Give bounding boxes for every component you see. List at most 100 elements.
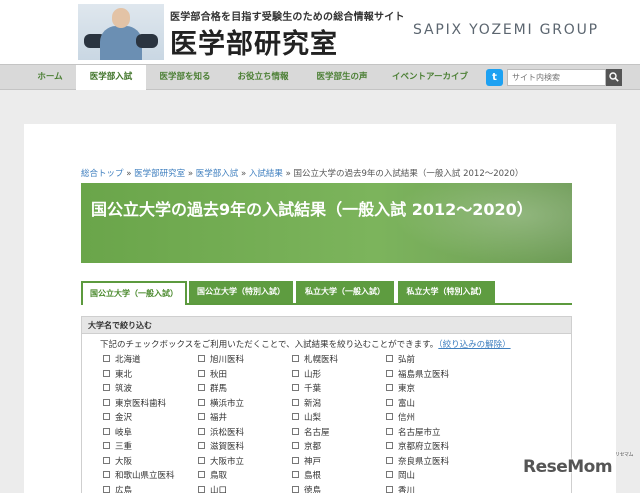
university-checkbox[interactable]: 山形 [292, 369, 321, 382]
checkbox[interactable] [198, 442, 205, 449]
university-checkbox[interactable]: 秋田 [198, 369, 227, 382]
twitter-icon[interactable]: t [486, 69, 503, 86]
checkbox[interactable] [103, 442, 110, 449]
checkbox[interactable] [386, 413, 393, 420]
checkbox[interactable] [386, 384, 393, 391]
checkbox[interactable] [103, 456, 110, 464]
checkbox[interactable] [103, 427, 110, 435]
checkbox[interactable] [386, 442, 393, 449]
university-checkbox[interactable]: 島根 [292, 470, 321, 483]
checkbox[interactable] [386, 427, 393, 435]
group-logo[interactable]: SAPIX YOZEMI GROUP [413, 22, 599, 38]
university-checkbox[interactable]: 奈良県立医科 [386, 456, 449, 469]
doctor-photo[interactable] [78, 4, 164, 60]
checkbox[interactable] [292, 471, 299, 478]
university-checkbox[interactable]: 新潟 [292, 398, 321, 411]
checkbox[interactable] [292, 485, 299, 493]
university-checkbox[interactable]: 旭川医科 [198, 354, 244, 367]
university-checkbox[interactable]: 山梨 [292, 412, 321, 425]
university-checkbox[interactable]: 名古屋市立 [386, 427, 441, 440]
site-logo-title[interactable]: 医学部研究室 [170, 22, 338, 61]
university-checkbox[interactable]: 浜松医科 [198, 427, 244, 440]
search-button[interactable] [606, 69, 622, 86]
tab-national-special[interactable]: 国公立大学（特別入試） [189, 281, 293, 303]
breadcrumb-link-top[interactable]: 総合トップ [81, 169, 124, 179]
university-checkbox[interactable]: 滋賀医科 [198, 441, 244, 454]
checkbox[interactable] [386, 471, 393, 478]
filter-reset-link[interactable]: （絞り込みの解除） [438, 340, 510, 350]
checkbox[interactable] [198, 398, 205, 406]
university-checkbox[interactable]: 徳島 [292, 485, 321, 493]
university-checkbox[interactable]: 群馬 [198, 383, 227, 396]
university-checkbox[interactable]: 東北 [103, 369, 132, 382]
university-checkbox[interactable]: 筑波 [103, 383, 132, 396]
university-checkbox[interactable]: 札幌医科 [292, 354, 338, 367]
university-checkbox[interactable]: 広島 [103, 485, 132, 493]
checkbox[interactable] [292, 398, 299, 406]
university-checkbox[interactable]: 神戸 [292, 456, 321, 469]
tab-national-general[interactable]: 国公立大学（一般入試） [81, 281, 187, 305]
checkbox[interactable] [103, 398, 110, 406]
university-checkbox[interactable]: 福井 [198, 412, 227, 425]
checkbox[interactable] [386, 456, 393, 464]
checkbox[interactable] [198, 456, 205, 464]
checkbox[interactable] [292, 355, 299, 362]
checkbox[interactable] [198, 355, 205, 362]
breadcrumb-link-lab[interactable]: 医学部研究室 [134, 169, 185, 179]
checkbox[interactable] [198, 384, 205, 391]
university-checkbox[interactable]: 横浜市立 [198, 398, 244, 411]
checkbox[interactable] [103, 384, 110, 391]
checkbox[interactable] [103, 413, 110, 420]
checkbox[interactable] [292, 427, 299, 435]
university-checkbox[interactable]: 大阪 [103, 456, 132, 469]
breadcrumb-link-admission[interactable]: 医学部入試 [196, 169, 239, 179]
nav-item-about[interactable]: 医学部を知る [146, 65, 224, 89]
checkbox[interactable] [103, 369, 110, 377]
university-checkbox[interactable]: 鳥取 [198, 470, 227, 483]
university-checkbox[interactable]: 香川 [386, 485, 415, 493]
checkbox[interactable] [292, 369, 299, 377]
university-checkbox[interactable]: 千葉 [292, 383, 321, 396]
checkbox[interactable] [292, 413, 299, 420]
university-checkbox[interactable]: 東京 [386, 383, 415, 396]
checkbox[interactable] [292, 442, 299, 449]
nav-item-student-voices[interactable]: 医学部生の声 [302, 65, 382, 89]
search-input[interactable] [507, 69, 606, 86]
university-checkbox[interactable]: 山口 [198, 485, 227, 493]
university-checkbox[interactable]: 和歌山県立医科 [103, 470, 175, 483]
university-checkbox[interactable]: 信州 [386, 412, 415, 425]
checkbox[interactable] [198, 471, 205, 478]
tab-private-special[interactable]: 私立大学（特別入試） [398, 281, 495, 303]
university-checkbox[interactable]: 大阪市立 [198, 456, 244, 469]
university-checkbox[interactable]: 京都府立医科 [386, 441, 449, 454]
checkbox[interactable] [292, 384, 299, 391]
university-checkbox[interactable]: 岐阜 [103, 427, 132, 440]
checkbox[interactable] [386, 485, 393, 493]
university-checkbox[interactable]: 京都 [292, 441, 321, 454]
checkbox[interactable] [103, 471, 110, 478]
university-checkbox[interactable]: 岡山 [386, 470, 415, 483]
checkbox[interactable] [198, 369, 205, 377]
university-checkbox[interactable]: 金沢 [103, 412, 132, 425]
tab-private-general[interactable]: 私立大学（一般入試） [296, 281, 394, 303]
checkbox[interactable] [198, 485, 205, 493]
university-checkbox[interactable]: 三重 [103, 441, 132, 454]
nav-item-useful-info[interactable]: お役立ち情報 [224, 65, 302, 89]
university-checkbox[interactable]: 福島県立医科 [386, 369, 449, 382]
university-checkbox[interactable]: 名古屋 [292, 427, 330, 440]
nav-item-admission[interactable]: 医学部入試 [76, 65, 146, 90]
university-checkbox[interactable]: 富山 [386, 398, 415, 411]
university-checkbox[interactable]: 弘前 [386, 354, 415, 367]
checkbox[interactable] [103, 355, 110, 362]
checkbox[interactable] [386, 369, 393, 377]
checkbox[interactable] [292, 456, 299, 464]
breadcrumb-link-results[interactable]: 入試結果 [249, 169, 283, 179]
nav-item-home[interactable]: ホーム [24, 65, 76, 89]
checkbox[interactable] [198, 427, 205, 435]
checkbox[interactable] [103, 485, 110, 493]
university-checkbox[interactable]: 東京医科歯科 [103, 398, 166, 411]
checkbox[interactable] [386, 398, 393, 406]
checkbox[interactable] [386, 355, 393, 362]
university-checkbox[interactable]: 北海道 [103, 354, 141, 367]
checkbox[interactable] [198, 413, 205, 420]
